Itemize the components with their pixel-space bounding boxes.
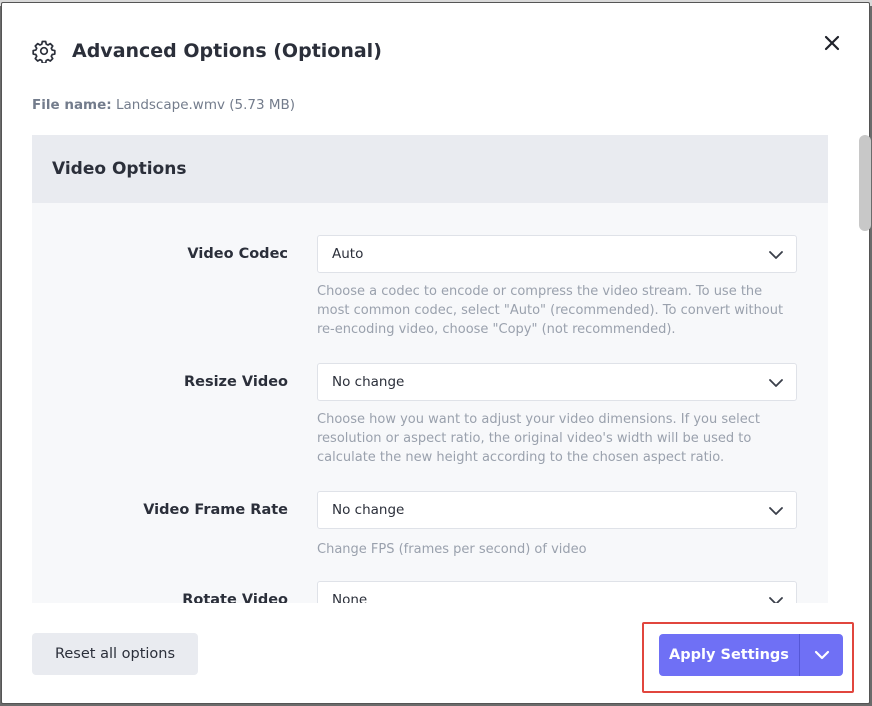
option-help: Choose a codec to encode or compress the… [317,284,784,337]
rotate-video-select[interactable]: None [317,581,797,603]
select-value: Auto [332,246,364,262]
apply-settings-button-group: Apply Settings [659,634,843,676]
dialog-title: Advanced Options (Optional) [72,40,382,62]
gear-icon [32,39,56,63]
resize-video-select[interactable]: No change [317,363,797,401]
option-label: Resize Video [183,374,288,390]
chevron-down-icon [814,650,829,660]
chevron-down-icon [769,597,783,603]
option-label: Video Frame Rate [143,502,288,518]
file-name-value: Landscape.wmv (5.73 MB) [115,97,296,113]
select-value: No change [332,502,405,518]
apply-settings-button[interactable]: Apply Settings [659,634,799,676]
select-value: No change [332,374,405,390]
file-name-line: File name: Landscape.wmv (5.73 MB) [32,97,295,113]
option-label: Rotate Video [182,592,288,603]
reset-all-options-button[interactable]: Reset all options [32,633,198,675]
frame-rate-select[interactable]: No change [317,491,797,529]
section-title: Video Options [32,135,828,203]
chevron-down-icon [769,251,783,259]
dialog-header: Advanced Options (Optional) [32,35,382,67]
video-options-panel[interactable]: Video Options Video Codec Auto Choose a … [32,135,828,603]
chevron-down-icon [769,379,783,387]
scrollbar-thumb[interactable] [859,135,871,231]
file-name-label: File name: [32,97,112,113]
chevron-down-icon [769,507,783,515]
option-help: Change FPS (frames per second) of video [317,542,587,557]
close-icon[interactable] [820,31,844,55]
video-codec-select[interactable]: Auto [317,235,797,273]
select-value: None [332,592,368,603]
advanced-options-dialog: Advanced Options (Optional) File name: L… [1,2,871,704]
option-label: Video Codec [187,246,288,262]
apply-options-dropdown-button[interactable] [800,634,843,676]
option-help: Choose how you want to adjust your video… [317,412,760,465]
